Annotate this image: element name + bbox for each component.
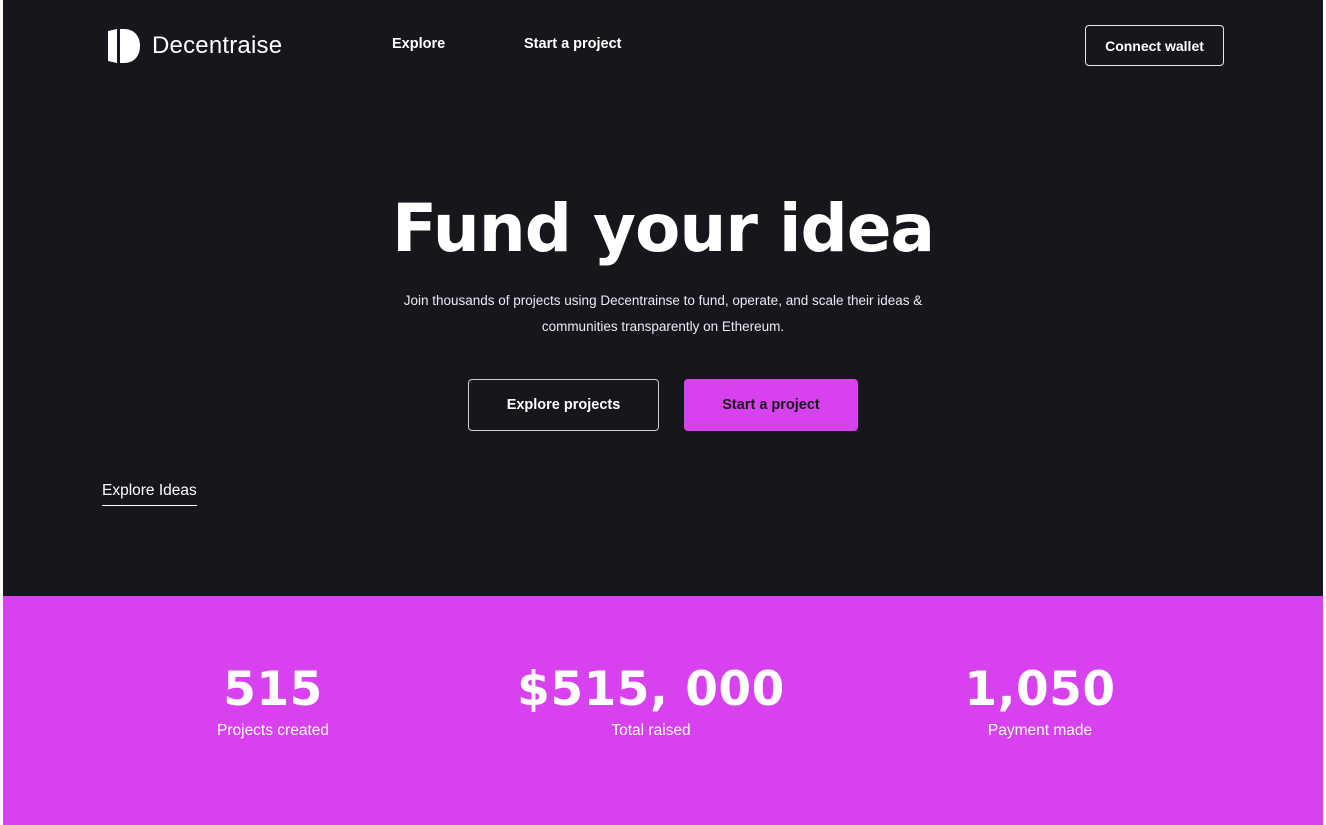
hero-subtitle-line: Join thousands of projects using Decentr… xyxy=(403,293,923,308)
top-navigation: Decentraise Explore Start a project Conn… xyxy=(3,0,1323,90)
stat-value: $515, 000 xyxy=(517,662,785,717)
landing-page: Decentraise Explore Start a project Conn… xyxy=(3,0,1323,825)
stats-banner: 515 Projects created $515, 000 Total rai… xyxy=(3,596,1323,825)
stat-projects-created: 515 Projects created xyxy=(113,662,433,740)
stat-value: 515 xyxy=(223,662,323,717)
stat-label: Total raised xyxy=(611,722,691,739)
connect-wallet-button[interactable]: Connect wallet xyxy=(1085,25,1224,66)
stat-label: Projects created xyxy=(217,722,329,739)
stat-label: Payment made xyxy=(987,722,1093,739)
hero-subtitle-line: communities transparently on Ethereum. xyxy=(541,319,785,334)
brand-logo-link[interactable]: Decentraise xyxy=(107,28,282,64)
start-project-button[interactable]: Start a project xyxy=(684,379,858,431)
stat-total-raised: $515, 000 Total raised xyxy=(491,662,811,740)
nav-start-project-link[interactable]: Start a project xyxy=(524,36,622,52)
stat-payment-made: 1,050 Payment made xyxy=(880,662,1200,740)
stat-value: 1,050 xyxy=(964,662,1116,717)
decentraise-logo-icon xyxy=(108,29,140,63)
explore-ideas-link[interactable]: Explore Ideas xyxy=(102,482,197,506)
hero-subtitle: Join thousands of projects using Decentr… xyxy=(3,288,1323,340)
brand-name: Decentraise xyxy=(152,32,283,59)
explore-projects-button[interactable]: Explore projects xyxy=(468,379,659,431)
hero-title: Fund your idea xyxy=(391,190,935,267)
nav-explore-link[interactable]: Explore xyxy=(392,36,445,52)
